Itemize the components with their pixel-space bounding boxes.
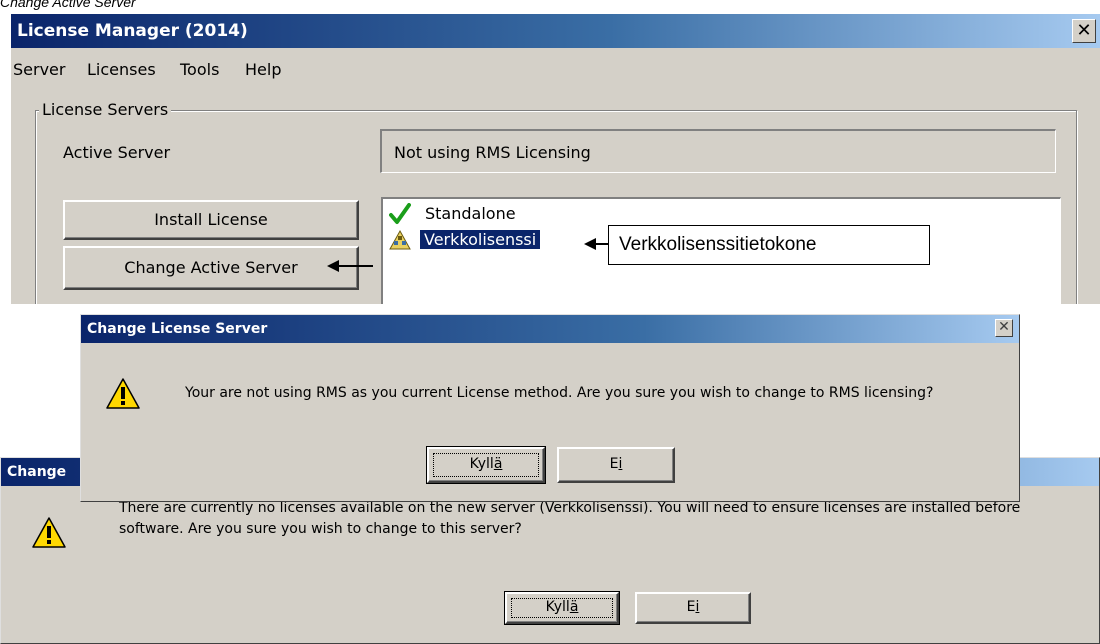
figure-caption: Change Active Server <box>0 0 136 10</box>
change-license-server-dialog: Change License Server ✕ Your are not usi… <box>80 314 1020 502</box>
license-manager-window: License Manager (2014) ✕ Server Licenses… <box>11 14 1100 304</box>
group-label: License Servers <box>39 100 172 119</box>
green-check-icon <box>389 203 411 224</box>
dialog2-message: There are currently no licenses availabl… <box>119 498 1099 540</box>
yes-button[interactable]: Kyllä <box>426 446 546 484</box>
yes-label-text: Kyll <box>545 599 570 615</box>
active-server-value: Not using RMS Licensing <box>394 143 591 162</box>
no-label: Ei <box>610 456 623 472</box>
active-server-label: Active Server <box>63 143 171 162</box>
dialog1-title: Change License Server <box>87 321 268 337</box>
menu-help[interactable]: Help <box>245 60 281 79</box>
dialog1-message: Your are not using RMS as you current Li… <box>185 385 934 401</box>
list-item-label: Verkkolisenssi <box>418 229 542 250</box>
dialog2-message-line2: software. Are you sure you wish to chang… <box>119 521 522 537</box>
yes-accelerator: ä <box>493 456 503 472</box>
callout-label: Verkkolisenssitietokone <box>608 225 930 265</box>
no-accelerator: i <box>695 599 700 615</box>
yes-label-text: Kyll <box>469 456 494 472</box>
list-item-label: Standalone <box>425 204 516 223</box>
change-active-server-button[interactable]: Change Active Server <box>63 246 359 290</box>
no-button[interactable]: Ei <box>635 592 751 624</box>
no-button[interactable]: Ei <box>557 447 675 483</box>
yes-button[interactable]: Kyllä <box>504 591 620 625</box>
install-license-button[interactable]: Install License <box>63 200 359 240</box>
warning-icon <box>32 517 66 548</box>
yes-label: Kyllä <box>546 599 579 615</box>
menu-licenses[interactable]: Licenses <box>87 60 156 79</box>
close-icon: ✕ <box>998 319 1010 335</box>
active-server-field: Not using RMS Licensing <box>380 129 1056 173</box>
menu-server[interactable]: Server <box>13 60 65 79</box>
menu-tools[interactable]: Tools <box>180 60 219 79</box>
dialog2-title: Change <box>7 464 67 480</box>
dialog1-titlebar[interactable]: Change License Server ✕ <box>81 315 1019 343</box>
yes-accelerator: ä <box>569 599 579 615</box>
arrow-to-change-button <box>327 260 373 272</box>
window-title: License Manager (2014) <box>17 21 248 41</box>
no-label: Ei <box>687 599 700 615</box>
window-titlebar[interactable]: License Manager (2014) ✕ <box>11 14 1100 48</box>
close-button[interactable]: ✕ <box>1072 19 1096 43</box>
no-accelerator: i <box>618 456 623 472</box>
close-icon: ✕ <box>1076 20 1092 41</box>
warning-icon <box>106 378 140 409</box>
network-warning-icon <box>389 229 411 250</box>
yes-label: Kyllä <box>470 456 503 472</box>
dialog-close-button[interactable]: ✕ <box>995 319 1013 337</box>
